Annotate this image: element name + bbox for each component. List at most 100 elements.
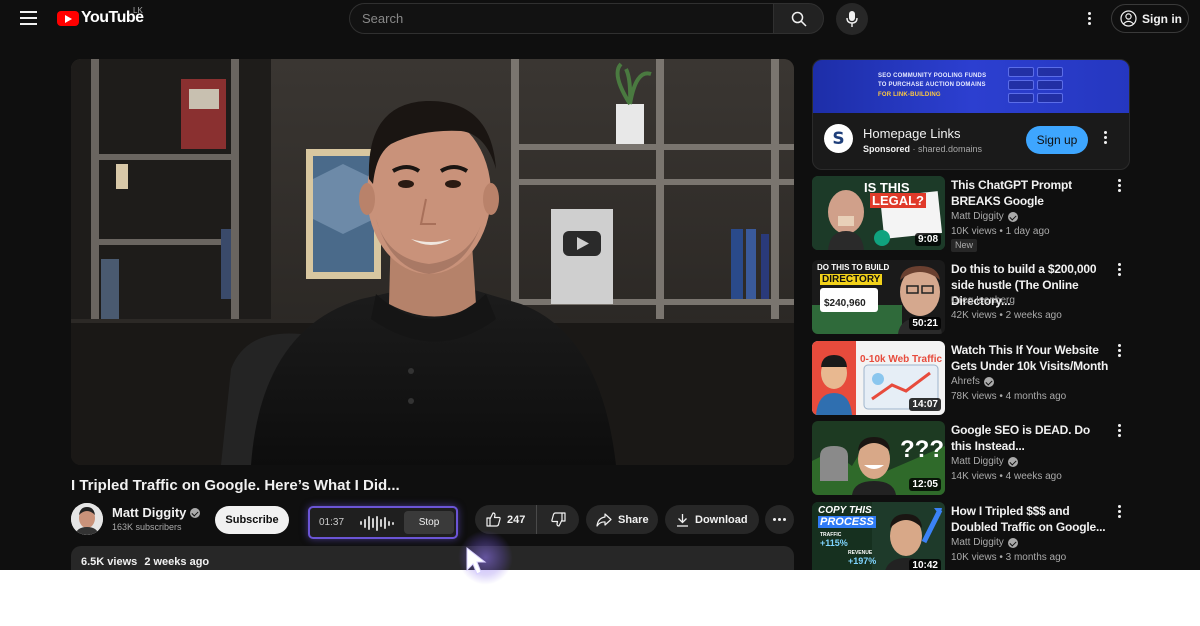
video-thumbnail[interactable]: ??? 12:05 bbox=[812, 421, 945, 495]
voice-search-button[interactable] bbox=[836, 3, 868, 35]
avatar-image bbox=[71, 503, 103, 535]
recommended-video[interactable]: 0-10k Web Traffic 14:07 Watch This If Yo… bbox=[812, 341, 1130, 417]
video-options-icon[interactable] bbox=[1118, 424, 1121, 437]
upload-age: 4 weeks ago bbox=[1005, 471, 1062, 482]
video-title: I Tripled Traffic on Google. Here’s What… bbox=[71, 477, 400, 494]
video-duration: 10:42 bbox=[909, 559, 941, 570]
channel-name[interactable]: Matt Diggity bbox=[951, 537, 1018, 548]
video-options-icon[interactable] bbox=[1118, 179, 1121, 192]
ad-meta: Sponsored · shared.domains bbox=[863, 144, 983, 154]
ad-banner-line-3: FOR LINK-BUILDING bbox=[878, 92, 941, 98]
video-meta: 10K views • 3 months ago bbox=[951, 552, 1067, 563]
sponsored-ad[interactable]: SEO COMMUNITY POOLING FUNDS TO PURCHASE … bbox=[812, 59, 1130, 170]
ad-title[interactable]: Homepage Links bbox=[863, 126, 961, 141]
video-title[interactable]: This ChatGPT Prompt BREAKS Google bbox=[951, 177, 1111, 209]
screen-recorder-widget: 01:37 Stop bbox=[308, 506, 458, 539]
ad-options-icon[interactable] bbox=[1104, 131, 1107, 144]
video-duration: 50:21 bbox=[909, 317, 941, 330]
ad-signup-button[interactable]: Sign up bbox=[1026, 126, 1088, 154]
thumb-text-2: LEGAL? bbox=[870, 193, 926, 208]
channel-name-text: Matt Diggity bbox=[951, 211, 1004, 222]
video-player[interactable] bbox=[71, 59, 794, 465]
recommended-video[interactable]: COPY THIS PROCESS TRAFFIC +115% REVENUE … bbox=[812, 502, 1130, 570]
channel-name[interactable]: Ahrefs bbox=[951, 376, 994, 387]
ad-banner-line-2: TO PURCHASE AUCTION DOMAINS bbox=[878, 82, 986, 88]
description-box[interactable]: 6.5K views 2 weeks ago bbox=[71, 546, 794, 570]
video-thumbnail[interactable]: COPY THIS PROCESS TRAFFIC +115% REVENUE … bbox=[812, 502, 945, 570]
search-button[interactable] bbox=[773, 3, 824, 34]
view-count: 10K views bbox=[951, 552, 997, 563]
thumb-text-2: PROCESS bbox=[818, 516, 876, 528]
video-meta: 78K views • 4 months ago bbox=[951, 391, 1067, 402]
microphone-icon bbox=[846, 11, 858, 27]
dislike-button[interactable] bbox=[537, 505, 579, 534]
video-options-icon[interactable] bbox=[1118, 505, 1121, 518]
thumb-text-1: ??? bbox=[900, 436, 944, 463]
channel-name[interactable]: Greg Isenberg bbox=[951, 295, 1015, 306]
sign-in-button[interactable]: Sign in bbox=[1111, 4, 1189, 33]
verified-icon bbox=[983, 376, 994, 387]
search-input[interactable] bbox=[350, 4, 773, 33]
menu-icon[interactable] bbox=[20, 11, 37, 25]
upload-age: 4 months ago bbox=[1005, 391, 1067, 402]
recommended-video[interactable]: IS THIS LEGAL? 9:08 This ChatGPT Prompt … bbox=[812, 176, 1130, 252]
share-label: Share bbox=[618, 513, 649, 526]
verified-icon bbox=[1007, 456, 1018, 467]
youtube-logo[interactable]: YouTube bbox=[57, 7, 144, 29]
thumbs-up-icon bbox=[486, 512, 501, 527]
mouse-cursor-icon bbox=[458, 530, 513, 585]
video-duration: 12:05 bbox=[909, 478, 941, 491]
stop-recording-button[interactable]: Stop bbox=[404, 511, 454, 534]
thumb-text-1: DO THIS TO BUILD bbox=[817, 263, 890, 272]
account-icon bbox=[1120, 10, 1137, 27]
channel-name-text: Greg Isenberg bbox=[951, 295, 1015, 306]
recommended-video[interactable]: ??? 12:05 Google SEO is DEAD. Do this In… bbox=[812, 421, 1130, 497]
share-button[interactable]: Share bbox=[586, 505, 658, 534]
download-button[interactable]: Download bbox=[665, 505, 759, 534]
upload-age: 2 weeks ago bbox=[1005, 310, 1062, 321]
view-count: 14K views bbox=[951, 471, 997, 482]
video-title[interactable]: How I Tripled $$$ and Doubled Traffic on… bbox=[951, 503, 1111, 535]
video-thumbnail[interactable]: DO THIS TO BUILD DIRECTORY $240,960 50:2… bbox=[812, 260, 945, 334]
thumb-text-2: DIRECTORY bbox=[820, 274, 883, 285]
channel-name[interactable]: Matt Diggity bbox=[951, 211, 1018, 222]
ad-banner-line-1: SEO COMMUNITY POOLING FUNDS bbox=[878, 73, 987, 79]
youtube-play-icon bbox=[57, 10, 79, 26]
video-thumbnail[interactable]: 0-10k Web Traffic 14:07 bbox=[812, 341, 945, 415]
video-thumbnail[interactable]: IS THIS LEGAL? 9:08 bbox=[812, 176, 945, 250]
like-count: 247 bbox=[507, 513, 526, 526]
channel-avatar[interactable] bbox=[71, 503, 103, 535]
channel-name[interactable]: Matt Diggity bbox=[951, 456, 1018, 467]
youtube-app: YouTube LK Sign in bbox=[0, 0, 1200, 570]
advertiser-logo: S bbox=[824, 124, 853, 153]
thumb-text-4: +115% bbox=[820, 538, 848, 548]
upload-age: 2 weeks ago bbox=[144, 556, 210, 568]
thumb-text-1: 0-10k Web Traffic bbox=[860, 354, 943, 365]
upload-age: 1 day ago bbox=[1005, 226, 1050, 237]
thumb-text-6: +197% bbox=[848, 556, 877, 566]
channel-name-text: Ahrefs bbox=[951, 376, 980, 387]
video-meta: 14K views • 4 weeks ago bbox=[951, 471, 1062, 482]
search-icon bbox=[791, 11, 807, 27]
subscribe-button[interactable]: Subscribe bbox=[215, 506, 289, 534]
download-label: Download bbox=[695, 513, 748, 526]
video-title[interactable]: Watch This If Your Website Gets Under 10… bbox=[951, 342, 1111, 374]
channel-name[interactable]: Matt Diggity bbox=[112, 505, 201, 520]
verified-icon bbox=[1007, 211, 1018, 222]
more-actions-icon[interactable] bbox=[765, 505, 794, 534]
video-meta: 10K views • 1 day ago bbox=[951, 226, 1050, 237]
ad-banner-image[interactable]: SEO COMMUNITY POOLING FUNDS TO PURCHASE … bbox=[813, 60, 1129, 113]
video-title[interactable]: Google SEO is DEAD. Do this Instead... bbox=[951, 422, 1111, 454]
subscriber-count: 163K subscribers bbox=[112, 522, 182, 532]
audio-wave-icon bbox=[360, 515, 394, 531]
recorder-time: 01:37 bbox=[319, 517, 345, 528]
settings-menu-icon[interactable] bbox=[1080, 9, 1098, 27]
recommended-video[interactable]: DO THIS TO BUILD DIRECTORY $240,960 50:2… bbox=[812, 260, 1130, 336]
channel-name-text: Matt Diggity bbox=[112, 505, 187, 520]
view-count: 78K views bbox=[951, 391, 997, 402]
thumbs-down-icon bbox=[550, 512, 566, 527]
view-count: 42K views bbox=[951, 310, 997, 321]
ad-domain: shared.domains bbox=[918, 144, 983, 154]
video-options-icon[interactable] bbox=[1118, 344, 1121, 357]
video-options-icon[interactable] bbox=[1118, 263, 1121, 276]
